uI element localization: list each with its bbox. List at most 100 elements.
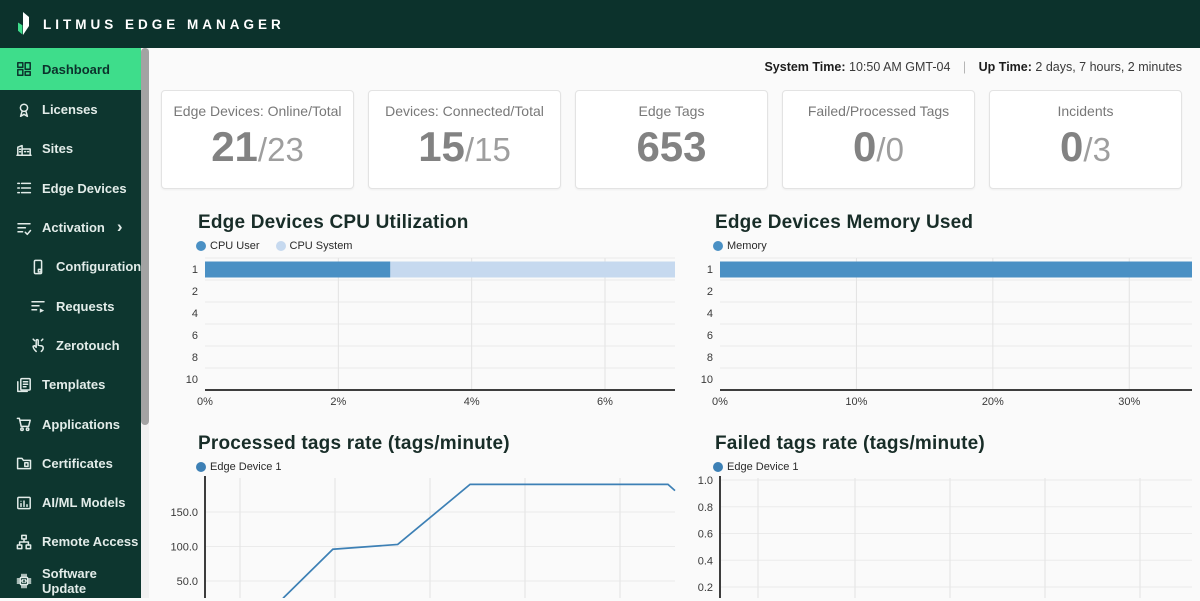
sidebar-item-sites[interactable]: Sites <box>0 129 141 168</box>
svg-text:0.6: 0.6 <box>698 529 713 541</box>
legend-item-edge-device-1[interactable]: Edge Device 1 <box>196 461 282 473</box>
aiml-models-icon <box>16 495 32 511</box>
certificates-icon <box>16 455 32 471</box>
sidebar-item-edge-devices[interactable]: Edge Devices <box>0 169 141 208</box>
sidebar-item-software-update[interactable]: Software Update <box>0 562 141 601</box>
page-scrollbar-thumb[interactable] <box>141 48 149 425</box>
legend-label: Edge Device 1 <box>727 461 799 473</box>
svg-text:150.0: 150.0 <box>170 507 198 519</box>
svg-text:1.0: 1.0 <box>698 476 713 487</box>
processed-tags-chart-title: Processed tags rate (tags/minute) <box>198 433 510 454</box>
uptime-value: 2 days, 7 hours, 2 minutes <box>1035 60 1182 74</box>
sidebar-item-requests[interactable]: Requests <box>0 286 141 325</box>
legend-label: Edge Device 1 <box>210 461 282 473</box>
sidebar-item-label: AI/ML Models <box>42 495 126 511</box>
stat-card-edge-tags: Edge Tags 653 <box>575 90 768 189</box>
svg-text:8: 8 <box>707 352 713 364</box>
brand-title: LITMUS EDGE MANAGER <box>43 16 285 32</box>
sidebar-item-ai-ml-models[interactable]: AI/ML Models <box>0 483 141 522</box>
svg-text:20%: 20% <box>982 396 1004 406</box>
stat-card-value: 0/0 <box>853 126 904 168</box>
svg-text:1: 1 <box>707 264 713 276</box>
sidebar-item-activation[interactable]: Activation › <box>0 208 141 247</box>
sidebar-item-certificates[interactable]: Certificates <box>0 444 141 483</box>
sidebar-item-applications[interactable]: Applications <box>0 404 141 443</box>
cpu-chart-title: Edge Devices CPU Utilization <box>198 212 469 233</box>
svg-text:10: 10 <box>186 374 198 386</box>
licenses-icon <box>16 102 32 118</box>
svg-text:0%: 0% <box>197 396 213 406</box>
sidebar-item-configuration[interactable]: Configuration <box>0 247 141 286</box>
stat-card-primary-value: 0 <box>1060 123 1084 170</box>
sidebar-item-label: Configuration <box>56 259 142 275</box>
sidebar-item-label: Sites <box>42 141 74 157</box>
svg-text:0.4: 0.4 <box>698 555 713 567</box>
stat-card-primary-value: 0 <box>853 123 877 170</box>
cpu-chart-legend: CPU User CPU System <box>196 240 352 252</box>
sidebar-item-label: Activation <box>42 220 105 236</box>
system-time-value: 10:50 AM GMT-04 <box>849 60 951 74</box>
uptime-label: Up Time: <box>978 60 1032 74</box>
svg-text:2%: 2% <box>330 396 346 406</box>
zerotouch-icon <box>30 337 46 353</box>
stat-card-primary-value: 653 <box>636 123 707 170</box>
applications-icon <box>16 416 32 432</box>
sidebar-item-label: Zerotouch <box>56 337 120 353</box>
cpu-utilization-chart: 1 2 4 6 8 10 0% 2% 4% 6% <box>186 257 675 406</box>
brand[interactable]: LITMUS EDGE MANAGER <box>14 11 285 37</box>
svg-text:0.8: 0.8 <box>698 502 713 514</box>
page-scrollbar[interactable] <box>141 48 149 598</box>
sidebar-item-dashboard[interactable]: Dashboard <box>0 48 141 90</box>
stat-card-label: Failed/Processed Tags <box>807 103 950 119</box>
configuration-icon <box>30 259 46 275</box>
processed-tags-chart: 150.0 100.0 50.0 <box>170 476 676 598</box>
status-bar: System Time: 10:50 AM GMT-04 | Up Time: … <box>764 60 1182 74</box>
failed-tags-chart: 1.0 0.8 0.6 0.4 0.2 <box>698 476 1192 598</box>
stat-card-secondary-value: /23 <box>257 131 304 168</box>
sidebar-item-remote-access[interactable]: Remote Access <box>0 522 141 561</box>
svg-text:6: 6 <box>707 330 713 342</box>
svg-text:0.2: 0.2 <box>698 582 713 594</box>
legend-label: CPU System <box>289 240 353 252</box>
svg-text:2: 2 <box>192 286 198 298</box>
svg-text:50.0: 50.0 <box>177 576 198 588</box>
stat-card-value: 0/3 <box>1060 126 1111 168</box>
dashboard-icon <box>16 61 32 77</box>
memory-chart-title: Edge Devices Memory Used <box>715 212 974 233</box>
svg-text:6%: 6% <box>597 396 613 406</box>
remote-access-icon <box>16 534 32 550</box>
legend-dot-icon <box>275 241 286 251</box>
stat-card-secondary-value: /3 <box>1083 131 1111 168</box>
svg-text:4: 4 <box>192 308 198 320</box>
svg-text:30%: 30% <box>1118 396 1140 406</box>
failed-tags-legend: Edge Device 1 <box>713 461 799 473</box>
status-separator: | <box>962 60 967 74</box>
legend-item-memory[interactable]: Memory <box>713 240 767 252</box>
sidebar-item-label: Remote Access <box>42 534 139 550</box>
stat-card-value: 21/23 <box>211 126 304 168</box>
chevron-right-icon: › <box>116 217 123 237</box>
svg-text:6: 6 <box>192 330 198 342</box>
svg-text:4: 4 <box>707 308 713 320</box>
sidebar-item-label: Requests <box>56 298 115 314</box>
activation-icon <box>16 220 32 236</box>
stat-card-label: Incidents <box>1057 103 1114 119</box>
sidebar-item-templates[interactable]: Templates <box>0 365 141 404</box>
svg-text:10%: 10% <box>845 396 867 406</box>
stat-card-secondary-value: /0 <box>876 131 904 168</box>
svg-text:100.0: 100.0 <box>170 542 198 554</box>
legend-item-cpu-system[interactable]: CPU System <box>275 240 353 252</box>
stat-card-edge-devices-online-total: Edge Devices: Online/Total 21/23 <box>161 90 354 189</box>
svg-text:10: 10 <box>701 374 713 386</box>
sidebar-nav: Dashboard Licenses Sites Edge Devices Activa… <box>0 48 141 598</box>
stat-card-label: Edge Tags <box>638 103 705 119</box>
sidebar-item-licenses[interactable]: Licenses <box>0 90 141 129</box>
sidebar-item-zerotouch[interactable]: Zerotouch <box>0 326 141 365</box>
legend-item-edge-device-1[interactable]: Edge Device 1 <box>713 461 799 473</box>
legend-label: Memory <box>727 240 767 252</box>
stat-card-value: 653 <box>636 126 706 168</box>
sidebar-item-label: Applications <box>42 416 121 432</box>
memory-chart-legend: Memory <box>713 240 767 252</box>
legend-item-cpu-user[interactable]: CPU User <box>196 240 260 252</box>
stat-card-label: Edge Devices: Online/Total <box>173 103 342 119</box>
